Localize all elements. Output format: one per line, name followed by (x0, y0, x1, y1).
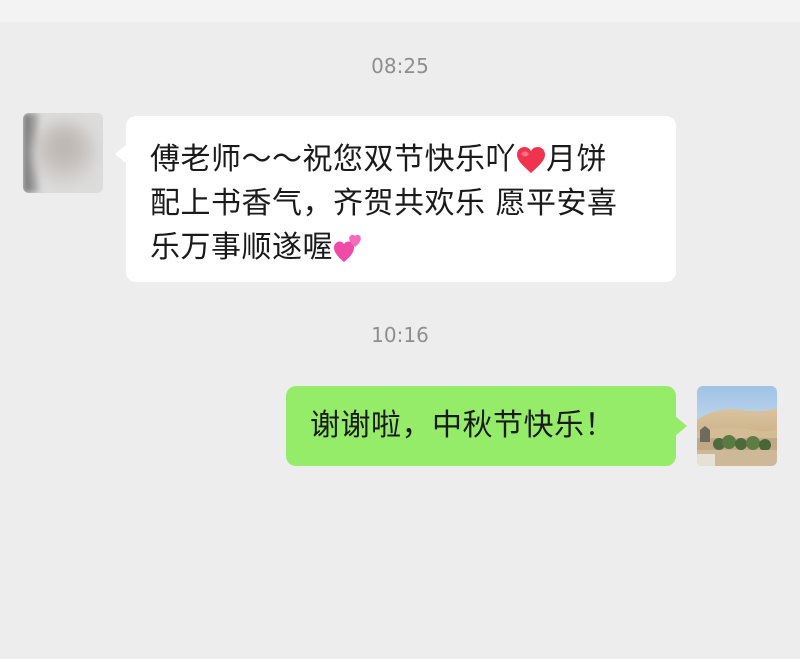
sender-avatar[interactable] (23, 113, 103, 193)
incoming-message-text-line2: 配上书香气，齐贺共欢乐 愿平安喜 (150, 186, 618, 221)
incoming-message-text-line3: 乐万事顺遂喔 (150, 230, 333, 265)
outgoing-message-text: 谢谢啦，中秋节快乐！ (310, 408, 615, 443)
timestamp-1016: 10:16 (371, 323, 429, 347)
two-hearts-icon (333, 232, 363, 262)
desert-landscape-photo (697, 386, 777, 466)
top-status-strip (0, 0, 800, 22)
incoming-message-text-line1-end: 月饼 (546, 142, 607, 177)
red-heart-icon (516, 143, 546, 173)
timestamp-0825: 08:25 (371, 54, 429, 78)
incoming-message-text-line1: 傅老师～～祝您双节快乐吖 (150, 142, 516, 177)
blurred-face (33, 121, 95, 187)
incoming-message-bubble[interactable]: 傅老师～～祝您双节快乐吖 月饼 配上书香气，齐贺共欢乐 愿平安喜 乐万事顺遂喔 (115, 116, 676, 282)
outgoing-message-bubble[interactable]: 谢谢啦，中秋节快乐！ (286, 386, 687, 466)
own-avatar[interactable] (697, 386, 777, 466)
